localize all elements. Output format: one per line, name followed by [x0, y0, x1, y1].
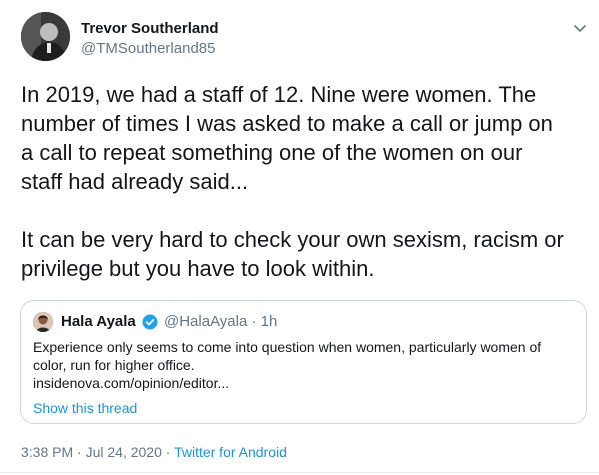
- divider: [0, 472, 599, 473]
- tweet-paragraph: In 2019, we had a staff of 12. Nine were…: [21, 82, 553, 194]
- chevron-down-icon[interactable]: [570, 18, 590, 38]
- quoted-text-line: color, run for higher office.: [33, 357, 195, 373]
- verified-badge-icon: [142, 314, 158, 330]
- author-name[interactable]: Trevor Southerland: [81, 20, 219, 38]
- quoted-author-name: Hala Ayala: [61, 313, 136, 330]
- quoted-tweet[interactable]: Hala Ayala @HalaAyala · 1h Experience on…: [20, 300, 587, 424]
- tweet-timestamp[interactable]: 3:38 PM · Jul 24, 2020 ·: [21, 444, 174, 460]
- tweet-text: In 2019, we had a staff of 12. Nine were…: [21, 80, 593, 283]
- tweet-paragraph: It can be very hard to check your own se…: [21, 227, 564, 281]
- quoted-author-handle-time: @HalaAyala · 1h: [164, 313, 278, 330]
- tweet-meta: 3:38 PM · Jul 24, 2020 · Twitter for And…: [21, 443, 287, 461]
- author-handle[interactable]: @TMSoutherland85: [81, 40, 215, 58]
- quoted-link[interactable]: insidenova.com/opinion/editor...: [33, 374, 581, 392]
- author-avatar[interactable]: [21, 12, 70, 61]
- show-thread-link[interactable]: Show this thread: [33, 399, 137, 417]
- quoted-text-line: Experience only seems to come into quest…: [33, 339, 542, 355]
- quoted-author-avatar: [33, 312, 53, 332]
- tweet-source-link[interactable]: Twitter for Android: [174, 444, 287, 460]
- quoted-tweet-text: Experience only seems to come into quest…: [33, 338, 581, 392]
- tweet-card: Trevor Southerland @TMSoutherland85 In 2…: [0, 0, 599, 475]
